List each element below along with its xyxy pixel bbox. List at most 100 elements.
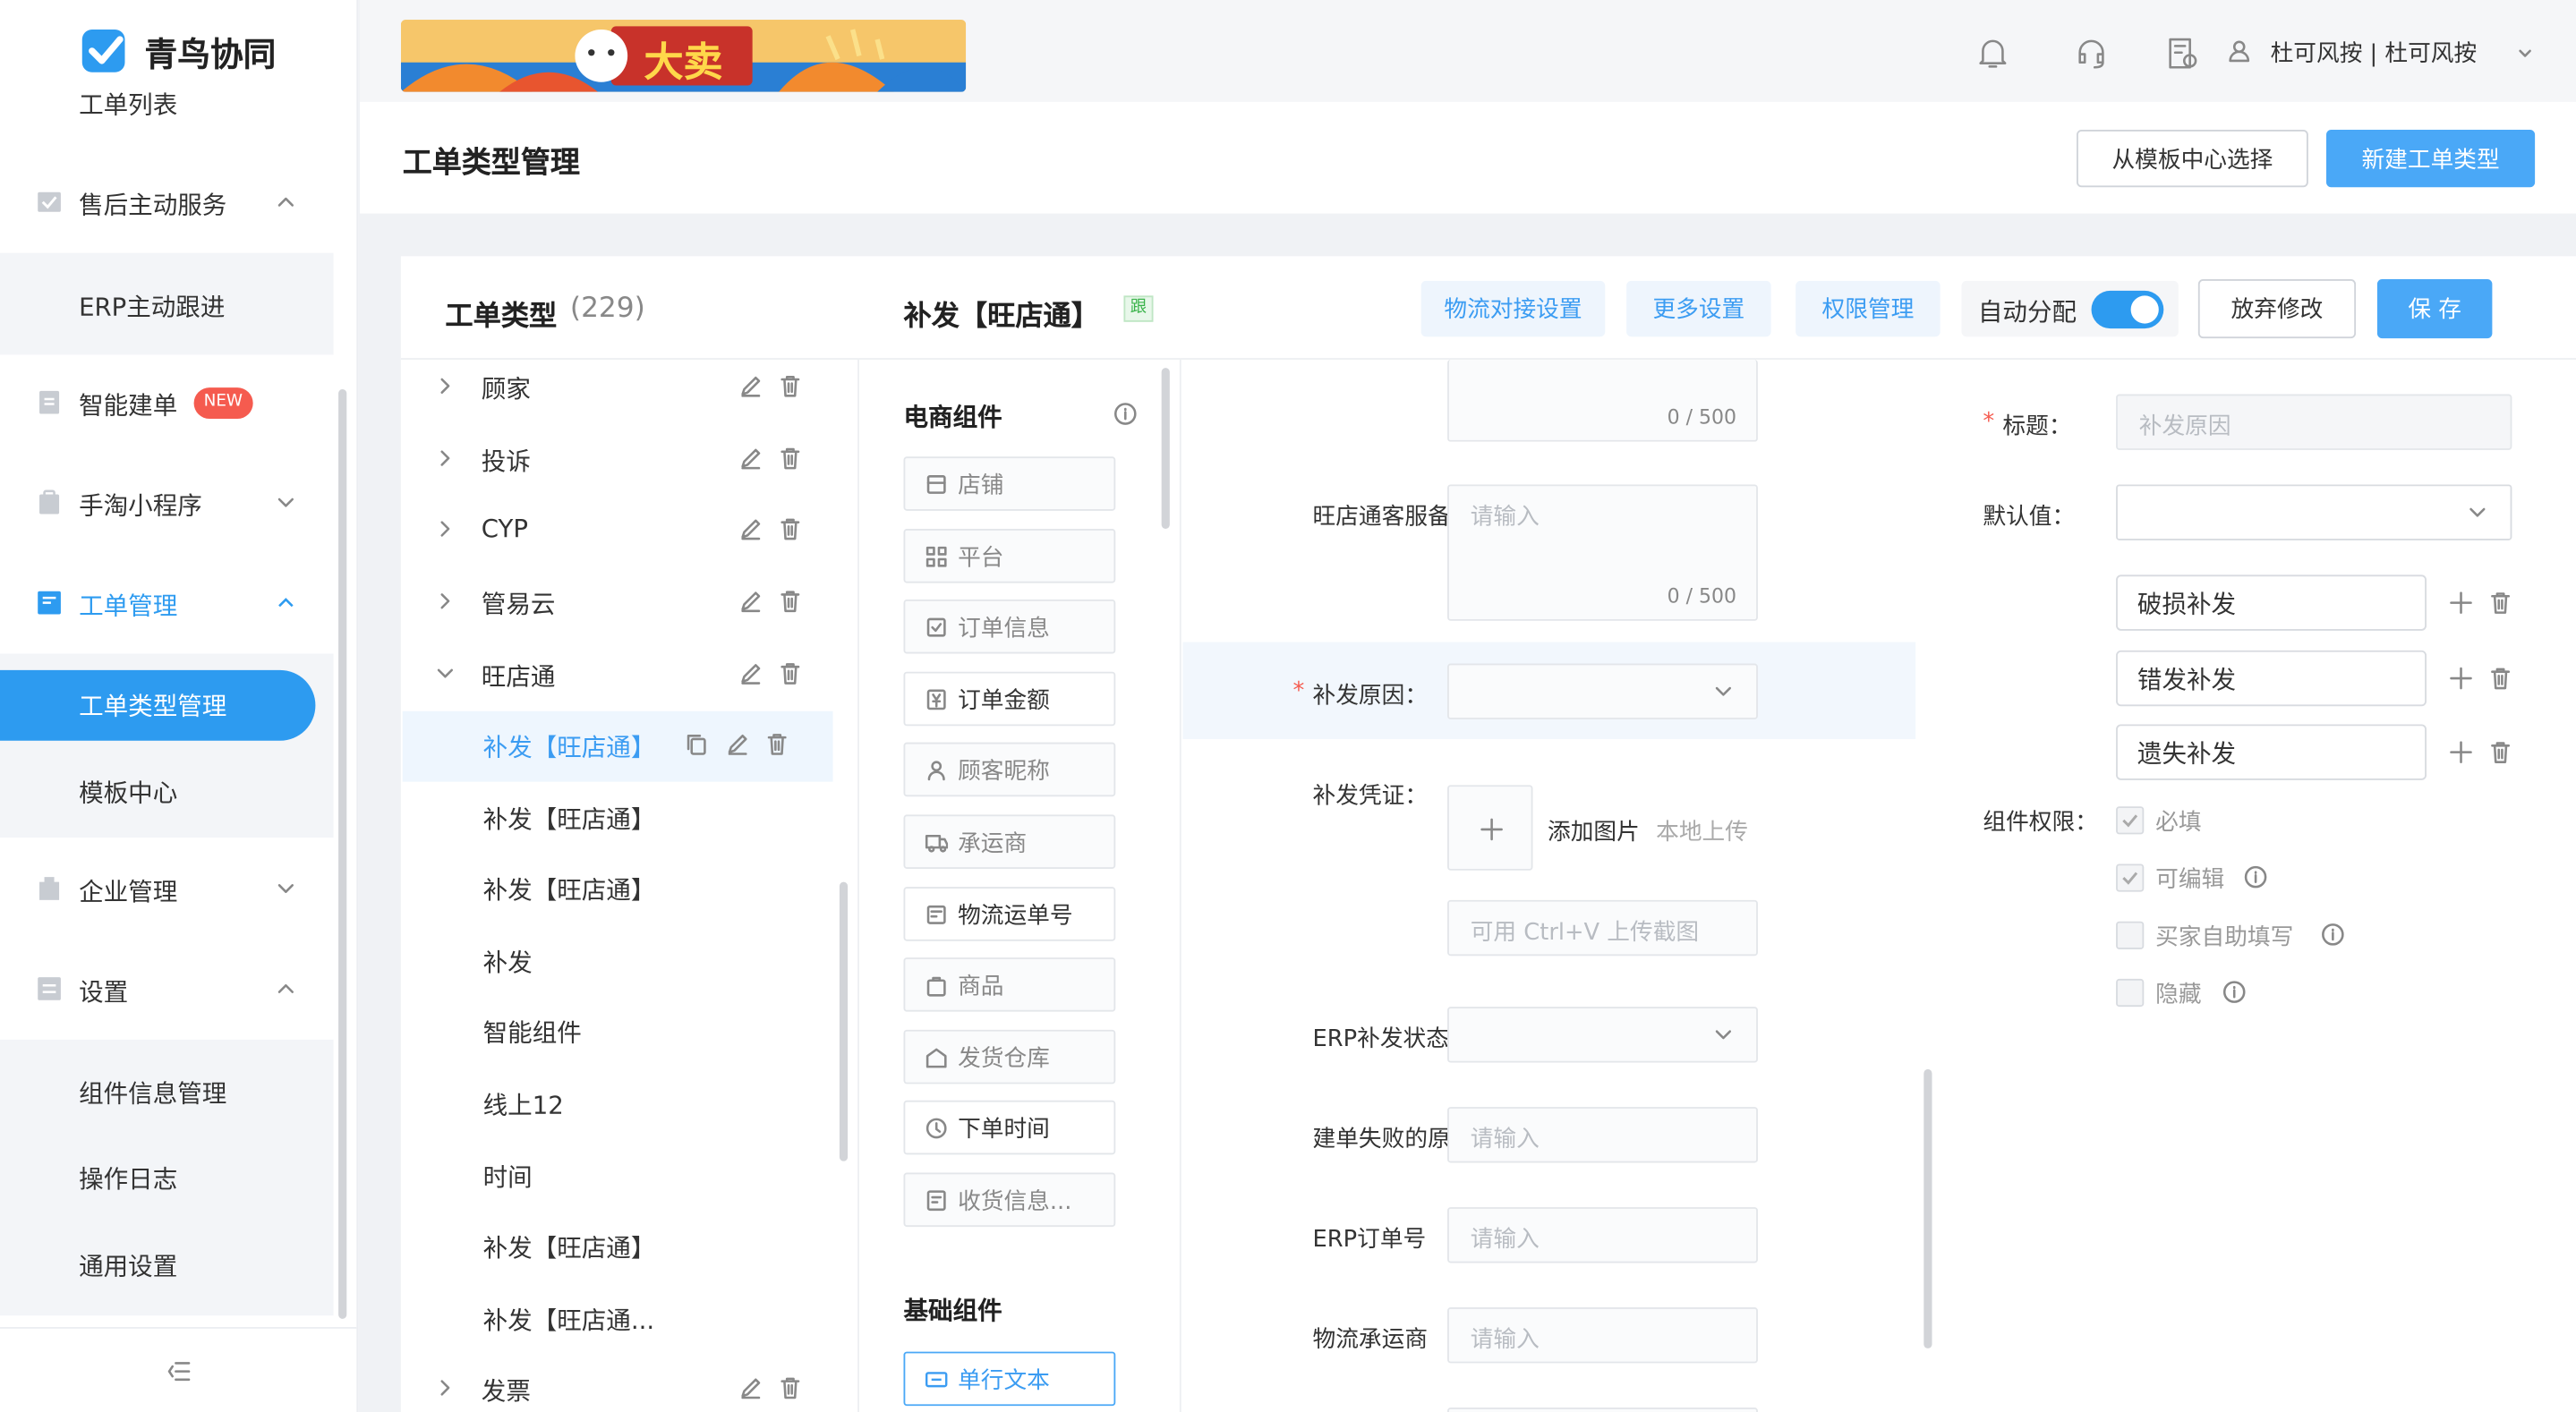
edit-icon[interactable] [739,517,763,540]
sidebar-item-ticket-management[interactable]: 工单管理 [0,562,334,647]
checkbox[interactable] [2116,978,2145,1008]
plus-icon[interactable] [2450,591,2473,615]
sidebar-item-ticket-list[interactable]: 工单列表 [0,75,334,131]
info-icon[interactable] [1113,403,1137,426]
sidebar-item-taobao-miniapp[interactable]: 手淘小程序 [0,462,334,547]
tree-scrollbar[interactable] [839,881,849,1161]
task-icon[interactable] [2163,35,2199,71]
trash-icon[interactable] [779,662,802,685]
form-scrollbar[interactable] [1923,1068,1932,1348]
tree-item[interactable]: 旺店通 [403,642,833,708]
edit-icon[interactable] [739,1376,763,1399]
tree-item[interactable]: 补发 [403,928,833,993]
textarea-partial[interactable]: 0 / 500 [1447,359,1758,442]
tree-item[interactable]: 补发【旺店通... [403,1286,833,1351]
local-upload-link[interactable]: 本地上传 [1656,814,1748,847]
chevron-right-icon[interactable] [435,591,455,611]
sidebar-item-smart-create[interactable]: 智能建单 [0,362,334,447]
component-item[interactable]: 收货信息... [903,1172,1116,1228]
component-item[interactable]: 承运商 [903,814,1116,869]
bell-icon[interactable] [1975,35,2010,71]
sidebar-subitem-ticket-type[interactable]: 工单类型管理 [79,688,226,723]
wdt-remark-textarea[interactable]: 请输入 0 / 500 [1447,484,1758,621]
erp-order-input[interactable]: 请输入 [1447,1207,1758,1263]
chevron-right-icon[interactable] [435,519,455,539]
tree-item[interactable]: 智能组件 [403,999,833,1064]
trash-icon[interactable] [2489,667,2512,690]
sidebar-subitem-operation-log[interactable]: 操作日志 [79,1161,177,1196]
component-item[interactable]: 下单时间 [903,1100,1116,1155]
sidebar-subitem-template-center[interactable]: 模板中心 [79,775,177,810]
info-icon[interactable] [2244,865,2267,889]
component-item[interactable]: 商品 [903,957,1116,1012]
tree-item[interactable]: 补发【旺店通】 [403,785,833,850]
tree-item[interactable]: 顾家 [403,354,833,420]
tree-item[interactable]: 管易云 [403,570,833,635]
trash-icon[interactable] [2489,741,2512,764]
copy-icon[interactable] [685,733,708,756]
component-single-line-text[interactable]: 单行文本 [903,1351,1116,1407]
edit-icon[interactable] [726,733,749,756]
sidebar-subitem-erp-follow[interactable]: ERP主动跟进 [79,289,225,324]
tree-item[interactable]: 补发【旺店通】 [403,713,833,778]
failure-reason-input[interactable]: 请输入 [1447,1107,1758,1163]
edit-icon[interactable] [739,590,763,613]
component-item[interactable]: 平台 [903,529,1116,583]
checkbox[interactable] [2116,863,2145,892]
edit-icon[interactable] [739,374,763,397]
new-ticket-type-button[interactable]: 新建工单类型 [2326,130,2536,188]
select-from-template-button[interactable]: 从模板中心选择 [2077,130,2308,188]
carrier-input[interactable]: 请输入 [1447,1307,1758,1364]
edit-icon[interactable] [739,447,763,470]
component-item[interactable]: 订单信息 [903,599,1116,654]
component-item[interactable]: 店铺 [903,456,1116,511]
sidebar-scrollbar[interactable] [338,389,347,1319]
prop-default-select[interactable] [2116,484,2512,540]
tab-logistics-settings[interactable]: 物流对接设置 [1420,280,1606,337]
chevron-right-icon[interactable] [435,1378,455,1398]
component-scrollbar[interactable] [1161,368,1170,530]
tree-item[interactable]: 补发【旺店通】 [403,1213,833,1279]
tree-item[interactable]: 发票 [403,1357,833,1412]
headset-icon[interactable] [2073,35,2109,71]
chevron-down-icon[interactable] [435,664,455,684]
trash-icon[interactable] [2489,591,2512,615]
trash-icon[interactable] [779,447,802,470]
checkbox[interactable] [2116,921,2145,949]
tree-item[interactable]: 投诉 [403,427,833,492]
chevron-right-icon[interactable] [435,376,455,396]
trash-icon[interactable] [779,590,802,613]
plus-icon[interactable] [2450,741,2473,764]
prop-title-input[interactable]: 补发原因 [2116,394,2512,450]
info-icon[interactable] [2222,981,2246,1004]
component-item[interactable]: 发货仓库 [903,1029,1116,1085]
plus-icon[interactable] [2450,667,2473,690]
app-logo[interactable]: 青鸟协同 [79,26,276,75]
tab-permission[interactable]: 权限管理 [1796,280,1941,337]
trash-icon[interactable] [779,517,802,540]
component-item[interactable]: 物流运单号 [903,887,1116,941]
component-item[interactable]: 顾客昵称 [903,742,1116,797]
sidebar-subitem-component-info[interactable]: 组件信息管理 [79,1076,226,1110]
sidebar-item-enterprise[interactable]: 企业管理 [0,847,334,932]
save-button[interactable]: 保 存 [2376,279,2493,339]
erp-status-select[interactable] [1447,1007,1758,1063]
tree-item[interactable]: 时间 [403,1143,833,1208]
tree-item[interactable]: 补发【旺店通】 [403,855,833,921]
discard-button[interactable]: 放弃修改 [2197,279,2357,339]
trash-icon[interactable] [779,374,802,397]
option-input[interactable]: 遗失补发 [2116,724,2427,780]
next-input-partial[interactable] [1447,1407,1758,1412]
component-item[interactable]: 订单金额 [903,671,1116,727]
tree-item[interactable]: CYP [403,498,833,563]
tab-more-settings[interactable]: 更多设置 [1626,280,1771,337]
tree-item[interactable]: 线上12 [403,1071,833,1136]
paste-screenshot-box[interactable]: 可用 Ctrl+V 上传截图 [1447,899,1758,957]
chevron-right-icon[interactable] [435,448,455,468]
chevron-down-icon[interactable] [2517,46,2533,62]
user-name[interactable]: 杜可风按 | 杜可风按 [2271,36,2478,69]
reissue-reason-select[interactable] [1447,663,1758,719]
option-input[interactable]: 错发补发 [2116,650,2427,707]
promo-banner[interactable]: 大卖 [400,20,967,92]
trash-icon[interactable] [779,1376,802,1399]
